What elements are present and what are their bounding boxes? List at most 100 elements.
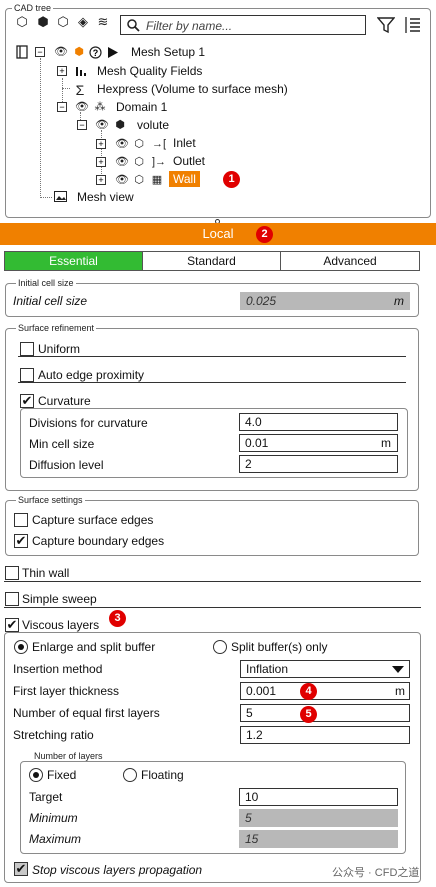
split-buffers-only-label: Split buffer(s) only <box>231 640 328 654</box>
expand-wall-icon[interactable]: + <box>96 175 106 185</box>
stretching-ratio-field[interactable]: 1.2 <box>240 726 410 744</box>
equal-first-layers-label: Number of equal first layers <box>13 706 160 720</box>
tree-item-wall[interactable]: Wall <box>169 171 200 187</box>
initial-cell-size-field[interactable]: 0.025 <box>240 292 410 310</box>
target-label: Target <box>29 790 63 804</box>
capture-surface-edges-checkbox[interactable] <box>14 513 28 527</box>
expand-outlet-icon[interactable]: + <box>96 157 106 167</box>
first-layer-thickness-field[interactable]: 0.001 <box>240 682 410 700</box>
uniform-label: Uniform <box>38 342 81 356</box>
min-cell-size-field[interactable]: 0.01 <box>239 434 398 452</box>
wall-hatch-icon: ▦ <box>151 174 163 186</box>
help-icon[interactable]: ? <box>89 46 102 59</box>
chevron-down-icon <box>392 666 404 673</box>
fixed-label: Fixed <box>47 768 77 782</box>
eye-icon[interactable]: 👁 <box>115 156 129 168</box>
enlarge-split-buffer-radio[interactable] <box>14 640 28 654</box>
patch-cube-icon: ⬡ <box>134 138 144 150</box>
initial-cell-size-legend: Initial cell size <box>16 278 76 288</box>
domain-cubes-icon: ⁂ <box>94 101 106 113</box>
minimum-field: 5 <box>239 809 398 827</box>
play-icon[interactable] <box>107 46 119 59</box>
cube-wire-icon[interactable]: ◈ <box>76 15 90 29</box>
layers-icon[interactable]: ≋ <box>96 15 110 29</box>
initial-cell-size-unit: m <box>394 294 404 308</box>
cubes-group-icon[interactable]: ⬡ <box>56 15 70 29</box>
tree-line <box>40 197 52 198</box>
insertion-method-value: Inflation <box>246 662 289 676</box>
eye-icon[interactable]: 👁 <box>75 101 89 113</box>
tree-item-mesh-quality[interactable]: Mesh Quality Fields <box>97 62 202 80</box>
search-icon <box>127 19 140 32</box>
eye-icon[interactable]: 👁 <box>115 138 129 150</box>
floating-radio[interactable] <box>123 768 137 782</box>
tree-item-outlet[interactable]: Outlet <box>173 152 205 170</box>
tree-item-inlet[interactable]: Inlet <box>173 134 196 152</box>
eye-icon[interactable]: 👁 <box>115 174 129 186</box>
curvature-checkbox[interactable]: ✔ <box>20 394 34 408</box>
viscous-layers-checkbox[interactable]: ✔ <box>5 618 19 632</box>
tree-item-hexpress[interactable]: Hexpress (Volume to surface mesh) <box>97 80 288 98</box>
tree-line <box>40 58 41 198</box>
target-field[interactable]: 10 <box>239 788 398 806</box>
tree-item-domain[interactable]: Domain 1 <box>116 98 167 116</box>
annotation-badge-2: 2 <box>256 226 273 243</box>
insertion-method-select[interactable]: Inflation <box>240 660 410 678</box>
capture-boundary-edges-checkbox[interactable]: ✔ <box>14 534 28 548</box>
local-title: Local <box>202 226 234 241</box>
first-layer-thickness-label: First layer thickness <box>13 684 120 698</box>
surface-refinement-legend: Surface refinement <box>16 323 97 333</box>
tab-advanced[interactable]: Advanced <box>280 251 420 271</box>
maximum-label: Maximum <box>29 832 82 846</box>
image-icon <box>54 191 67 202</box>
diffusion-level-label: Diffusion level <box>29 458 104 472</box>
volume-cube-icon: ⬢ <box>115 119 125 131</box>
first-layer-thickness-unit: m <box>395 684 405 698</box>
curvature-label: Curvature <box>38 394 91 408</box>
collapse-domain-icon[interactable]: − <box>57 102 67 112</box>
tree-item-volute[interactable]: volute <box>137 116 169 134</box>
thin-wall-checkbox[interactable] <box>5 566 19 580</box>
list-settings-icon[interactable] <box>404 16 422 34</box>
divisions-for-curvature-label: Divisions for curvature <box>29 416 148 430</box>
uniform-checkbox[interactable] <box>20 342 34 356</box>
collapse-mesh-setup-icon[interactable]: − <box>35 47 45 57</box>
floating-label: Floating <box>141 768 184 782</box>
equal-first-layers-field[interactable]: 5 <box>240 704 410 722</box>
fixed-radio[interactable] <box>29 768 43 782</box>
stop-propagation-checkbox[interactable]: ✔ <box>14 862 28 876</box>
annotation-badge-3: 3 <box>109 610 126 627</box>
patch-cube-icon: ⬡ <box>134 156 144 168</box>
filter-input[interactable]: Filter by name... <box>120 15 366 35</box>
collapse-volute-icon[interactable]: − <box>77 120 87 130</box>
expand-inlet-icon[interactable]: + <box>96 139 106 149</box>
min-cell-size-unit: m <box>381 436 391 450</box>
initial-cell-size-label: Initial cell size <box>13 294 88 308</box>
diffusion-level-field[interactable]: 2 <box>239 455 398 473</box>
simple-sweep-divider <box>4 607 421 608</box>
tab-standard[interactable]: Standard <box>142 251 281 271</box>
tree-item-mesh-setup[interactable]: Mesh Setup 1 <box>131 43 205 61</box>
minimum-label: Minimum <box>29 811 78 825</box>
cube-outline-icon[interactable]: ⬡ <box>15 15 29 29</box>
number-of-layers-legend: Number of layers <box>32 751 105 761</box>
divisions-for-curvature-field[interactable]: 4.0 <box>239 413 398 431</box>
uniform-divider <box>18 356 406 357</box>
tab-essential[interactable]: Essential <box>4 251 143 271</box>
svg-text:?: ? <box>93 48 99 58</box>
simple-sweep-label: Simple sweep <box>22 592 97 606</box>
simple-sweep-checkbox[interactable] <box>5 592 19 606</box>
split-buffers-only-radio[interactable] <box>213 640 227 654</box>
thin-wall-divider <box>4 581 421 582</box>
eye-icon[interactable]: 👁 <box>95 119 109 131</box>
cad-tree-panel <box>5 8 431 218</box>
tree-item-mesh-view[interactable]: Mesh view <box>77 188 134 206</box>
maximum-field: 15 <box>239 830 398 848</box>
auto-edge-proximity-checkbox[interactable] <box>20 368 34 382</box>
expand-mesh-quality-icon[interactable]: + <box>57 66 67 76</box>
cubes-icon[interactable]: ⬢ <box>36 15 50 29</box>
eye-icon[interactable]: 👁 <box>54 46 68 58</box>
capture-boundary-edges-label: Capture boundary edges <box>32 534 165 548</box>
funnel-filter-icon[interactable] <box>377 16 395 34</box>
local-header[interactable]: Local <box>0 223 436 245</box>
